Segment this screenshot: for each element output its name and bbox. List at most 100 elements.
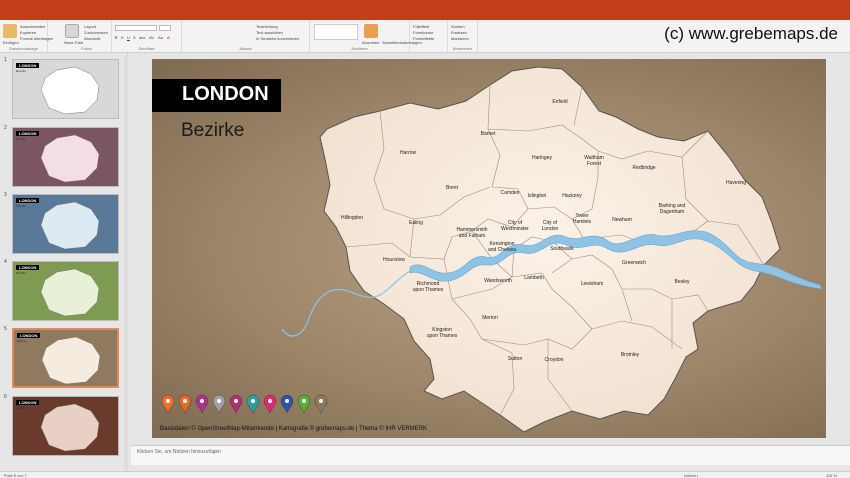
borough-label: City of London [542, 220, 559, 232]
select-button[interactable]: Markieren [451, 36, 469, 41]
location-pin-icon[interactable] [314, 394, 328, 414]
ribbon-group-shape-format: Fülleffekt Formkontur Formeffekte [410, 21, 448, 52]
borough-label: Merton [482, 315, 498, 321]
replace-button[interactable]: Ersetzen [451, 30, 467, 35]
paste-icon[interactable] [3, 24, 17, 38]
group-label: Zwischenablage [9, 46, 38, 51]
section-button[interactable]: Abschnitt [84, 36, 100, 41]
thumb-subtitle: Bezirke [16, 271, 27, 275]
group-label: Zeichnen [351, 46, 368, 51]
slide-title[interactable]: LONDON [152, 79, 281, 112]
thumb-subtitle: Bezirke [17, 339, 28, 343]
slide-number: 3 [4, 192, 7, 198]
slide-footer[interactable]: Basisdaten © OpenStreetMap-Mitwirkende |… [160, 426, 427, 432]
slide-thumb-6[interactable]: LONDON Bezirke [12, 396, 119, 456]
status-bar: Folie 5 von 7 Notizen 115 % [0, 471, 850, 478]
borough-label: Haringey [532, 155, 553, 161]
location-pin-icon[interactable] [246, 394, 260, 414]
arrange-button[interactable]: Anordnen [362, 40, 379, 45]
borough-label: Ealing [409, 220, 423, 226]
ribbon-group-slides: Neue Folie Layout Zurücksetzen Abschnitt… [62, 21, 112, 52]
underline-button[interactable]: U [127, 35, 130, 40]
new-slide-icon[interactable] [65, 24, 79, 38]
ribbon-group-clipboard: Einfügen Ausschneiden Kopieren Format üb… [0, 21, 53, 52]
shape-effects-button[interactable]: Formeffekte [413, 36, 434, 41]
borough-label: Harrow [400, 150, 417, 156]
new-slide-button[interactable]: Neue Folie [64, 40, 83, 45]
shape-outline-button[interactable]: Formkontur [413, 30, 433, 35]
location-pin-icon[interactable] [161, 394, 175, 414]
text-direction-button[interactable]: Textrichtung [256, 24, 278, 29]
font-name-input[interactable] [115, 25, 157, 31]
location-pin-icon[interactable] [229, 394, 243, 414]
group-label: Schriftart [138, 46, 155, 51]
borough-label: Barnet [481, 131, 496, 137]
thumbnail-scrollbar[interactable] [124, 56, 128, 470]
location-pin-icon[interactable] [195, 394, 209, 414]
location-pin-icon[interactable] [263, 394, 277, 414]
slide-number: 2 [4, 125, 7, 131]
spacing-button[interactable]: AV [149, 35, 154, 40]
location-pin-icon[interactable] [212, 394, 226, 414]
case-button[interactable]: Aa [158, 35, 163, 40]
ribbon-group-paragraph: Textrichtung Text ausrichten In SmartArt… [182, 21, 310, 52]
notes-toggle-button[interactable]: Notizen [684, 473, 698, 478]
slide-canvas[interactable]: Enfield Barnet Harrow Haringey Waltham Forest… [152, 59, 826, 438]
borough-label: Waltham Forest [584, 155, 604, 167]
borough-label: Camden [501, 190, 520, 196]
zoom-level[interactable]: 115 % [826, 473, 837, 478]
smartart-button[interactable]: In SmartArt konvertieren [256, 36, 299, 41]
slide-subtitle[interactable]: Bezirke [181, 120, 244, 142]
layout-button[interactable]: Layout [84, 24, 96, 29]
title-bar [0, 0, 850, 20]
location-pin-icon[interactable] [178, 394, 192, 414]
slide-thumb-2[interactable]: LONDON Bezirke [12, 127, 119, 187]
notes-pane[interactable]: Klicken Sie, um Notizen hinzuzufügen [131, 445, 850, 465]
align-text-button[interactable]: Text ausrichten [256, 30, 283, 35]
ribbon-group-font: F K U S abc AV Aa A Schriftart [112, 21, 182, 52]
slide-number: 6 [4, 394, 7, 400]
location-pin-icon[interactable] [280, 394, 294, 414]
borough-label: Lewisham [581, 281, 604, 287]
london-borough-map: Enfield Barnet Harrow Haringey Waltham Forest… [161, 66, 823, 433]
slide-number: 1 [4, 57, 7, 63]
borough-label: Enfield [552, 99, 568, 105]
copyright-watermark: (c) www.grebemaps.de [664, 24, 838, 43]
shadow-button[interactable]: S [133, 35, 136, 40]
font-size-input[interactable] [159, 25, 171, 31]
slide-thumb-3[interactable]: LONDON Bezirke [12, 194, 119, 254]
paste-button[interactable]: Einfügen [3, 40, 19, 45]
format-painter-button[interactable]: Format übertragen [20, 36, 53, 41]
bold-button[interactable]: F [115, 35, 117, 40]
reset-button[interactable]: Zurücksetzen [84, 30, 108, 35]
thumb-subtitle: Bezirke [16, 406, 27, 410]
borough-label: Hackney [562, 193, 582, 199]
shape-fill-button[interactable]: Fülleffekt [413, 24, 429, 29]
group-label: Bearbeiten [452, 46, 473, 51]
slide-thumb-1[interactable]: LONDON Bezirke [12, 59, 119, 119]
borough-label: Brent [446, 185, 459, 191]
borough-label: Redbridge [632, 165, 655, 171]
borough-label: Lambeth [524, 275, 544, 281]
shapes-gallery[interactable] [314, 24, 358, 40]
strikethrough-button[interactable]: abc [139, 35, 145, 40]
slide-number: 5 [4, 326, 7, 332]
copy-button[interactable]: Kopieren [20, 30, 36, 35]
arrange-icon[interactable] [364, 24, 378, 38]
thumb-title: LONDON [17, 333, 41, 338]
thumb-subtitle: Bezirke [16, 69, 27, 73]
ribbon-group-editing: Suchen Ersetzen Markieren Bearbeiten [448, 21, 478, 52]
borough-label: Bromley [621, 352, 640, 358]
font-color-button[interactable]: A [167, 35, 170, 40]
thumb-title: LONDON [16, 131, 40, 136]
cut-button[interactable]: Ausschneiden [20, 24, 45, 29]
location-pins[interactable] [161, 394, 328, 414]
italic-button[interactable]: K [121, 35, 124, 40]
find-button[interactable]: Suchen [451, 24, 465, 29]
borough-label: Hounslow [383, 257, 405, 263]
slide-thumb-5[interactable]: LONDON Bezirke [12, 328, 119, 388]
location-pin-icon[interactable] [297, 394, 311, 414]
slide-thumb-4[interactable]: LONDON Bezirke [12, 261, 119, 321]
borough-label: Hammersmith and Fulham [456, 227, 487, 239]
borough-label: Islington [528, 193, 547, 199]
